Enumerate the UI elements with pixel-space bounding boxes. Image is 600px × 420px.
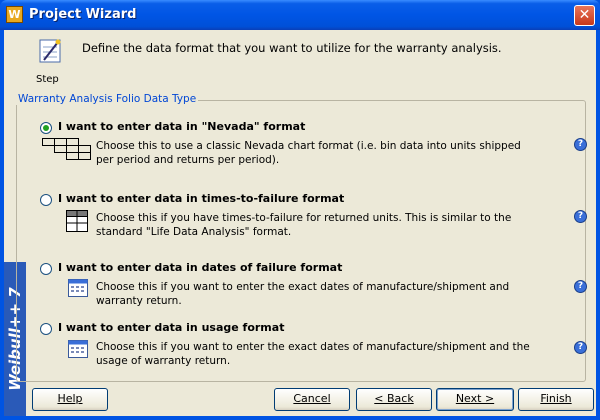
option-desc-dates-of-failure: Choose this if you want to enter the exa… (96, 281, 510, 307)
option-desc-usage: Choose this if you want to enter the exa… (96, 341, 530, 367)
wizard-header: Step Define the data format that you wan… (26, 30, 596, 88)
nevada-grid-icon (42, 138, 91, 160)
calendar-icon (68, 279, 88, 297)
step-label: Step (36, 74, 59, 85)
help-icon-dates-of-failure[interactable]: ? (574, 280, 587, 293)
dialog-client-area: Step Define the data format that you wan… (4, 30, 596, 416)
option-desc-times-to-failure: Choose this if you have times-to-failure… (96, 212, 512, 238)
next-button[interactable]: Next > (436, 388, 514, 411)
help-button[interactable]: Help (32, 388, 108, 411)
option-desc-nevada: Choose this to use a classic Nevada char… (96, 140, 521, 166)
help-icon-times-to-failure[interactable]: ? (574, 210, 587, 223)
close-button[interactable]: ✕ (574, 5, 595, 26)
help-icon-nevada[interactable]: ? (574, 138, 587, 151)
option-label-times-to-failure: I want to enter data in times-to-failure… (58, 192, 345, 205)
title-bar[interactable]: W Project Wizard ✕ (0, 0, 600, 30)
groupbox-legend: Warranty Analysis Folio Data Type (16, 93, 199, 105)
radio-dates-of-failure[interactable] (40, 263, 52, 275)
calendar-icon (68, 340, 88, 358)
radio-nevada-format[interactable] (40, 122, 52, 134)
window-title: Project Wizard (29, 7, 137, 22)
project-wizard-window: W Project Wizard ✕ Step Define the data … (0, 0, 600, 420)
finish-button[interactable]: Finish (518, 388, 594, 411)
option-times-to-failure-format[interactable]: I want to enter data in times-to-failure… (40, 192, 592, 242)
option-usage-format[interactable]: I want to enter data in usage format Cho… (40, 321, 592, 367)
option-nevada-format[interactable]: I want to enter data in "Nevada" format … (40, 120, 592, 170)
back-button[interactable]: < Back (356, 388, 432, 411)
option-label-usage: I want to enter data in usage format (58, 321, 285, 334)
option-label-dates-of-failure: I want to enter data in dates of failure… (58, 261, 343, 274)
option-dates-of-failure-format[interactable]: I want to enter data in dates of failure… (40, 261, 592, 307)
radio-usage[interactable] (40, 323, 52, 335)
cancel-button[interactable]: Cancel (274, 388, 350, 411)
radio-times-to-failure[interactable] (40, 194, 52, 206)
step-wand-icon (39, 39, 61, 63)
help-icon-usage[interactable]: ? (574, 341, 587, 354)
option-label-nevada: I want to enter data in "Nevada" format (58, 120, 306, 133)
table-grid-icon (66, 210, 88, 232)
weibull-app-icon: W (6, 6, 23, 23)
header-instruction: Define the data format that you want to … (82, 41, 502, 55)
